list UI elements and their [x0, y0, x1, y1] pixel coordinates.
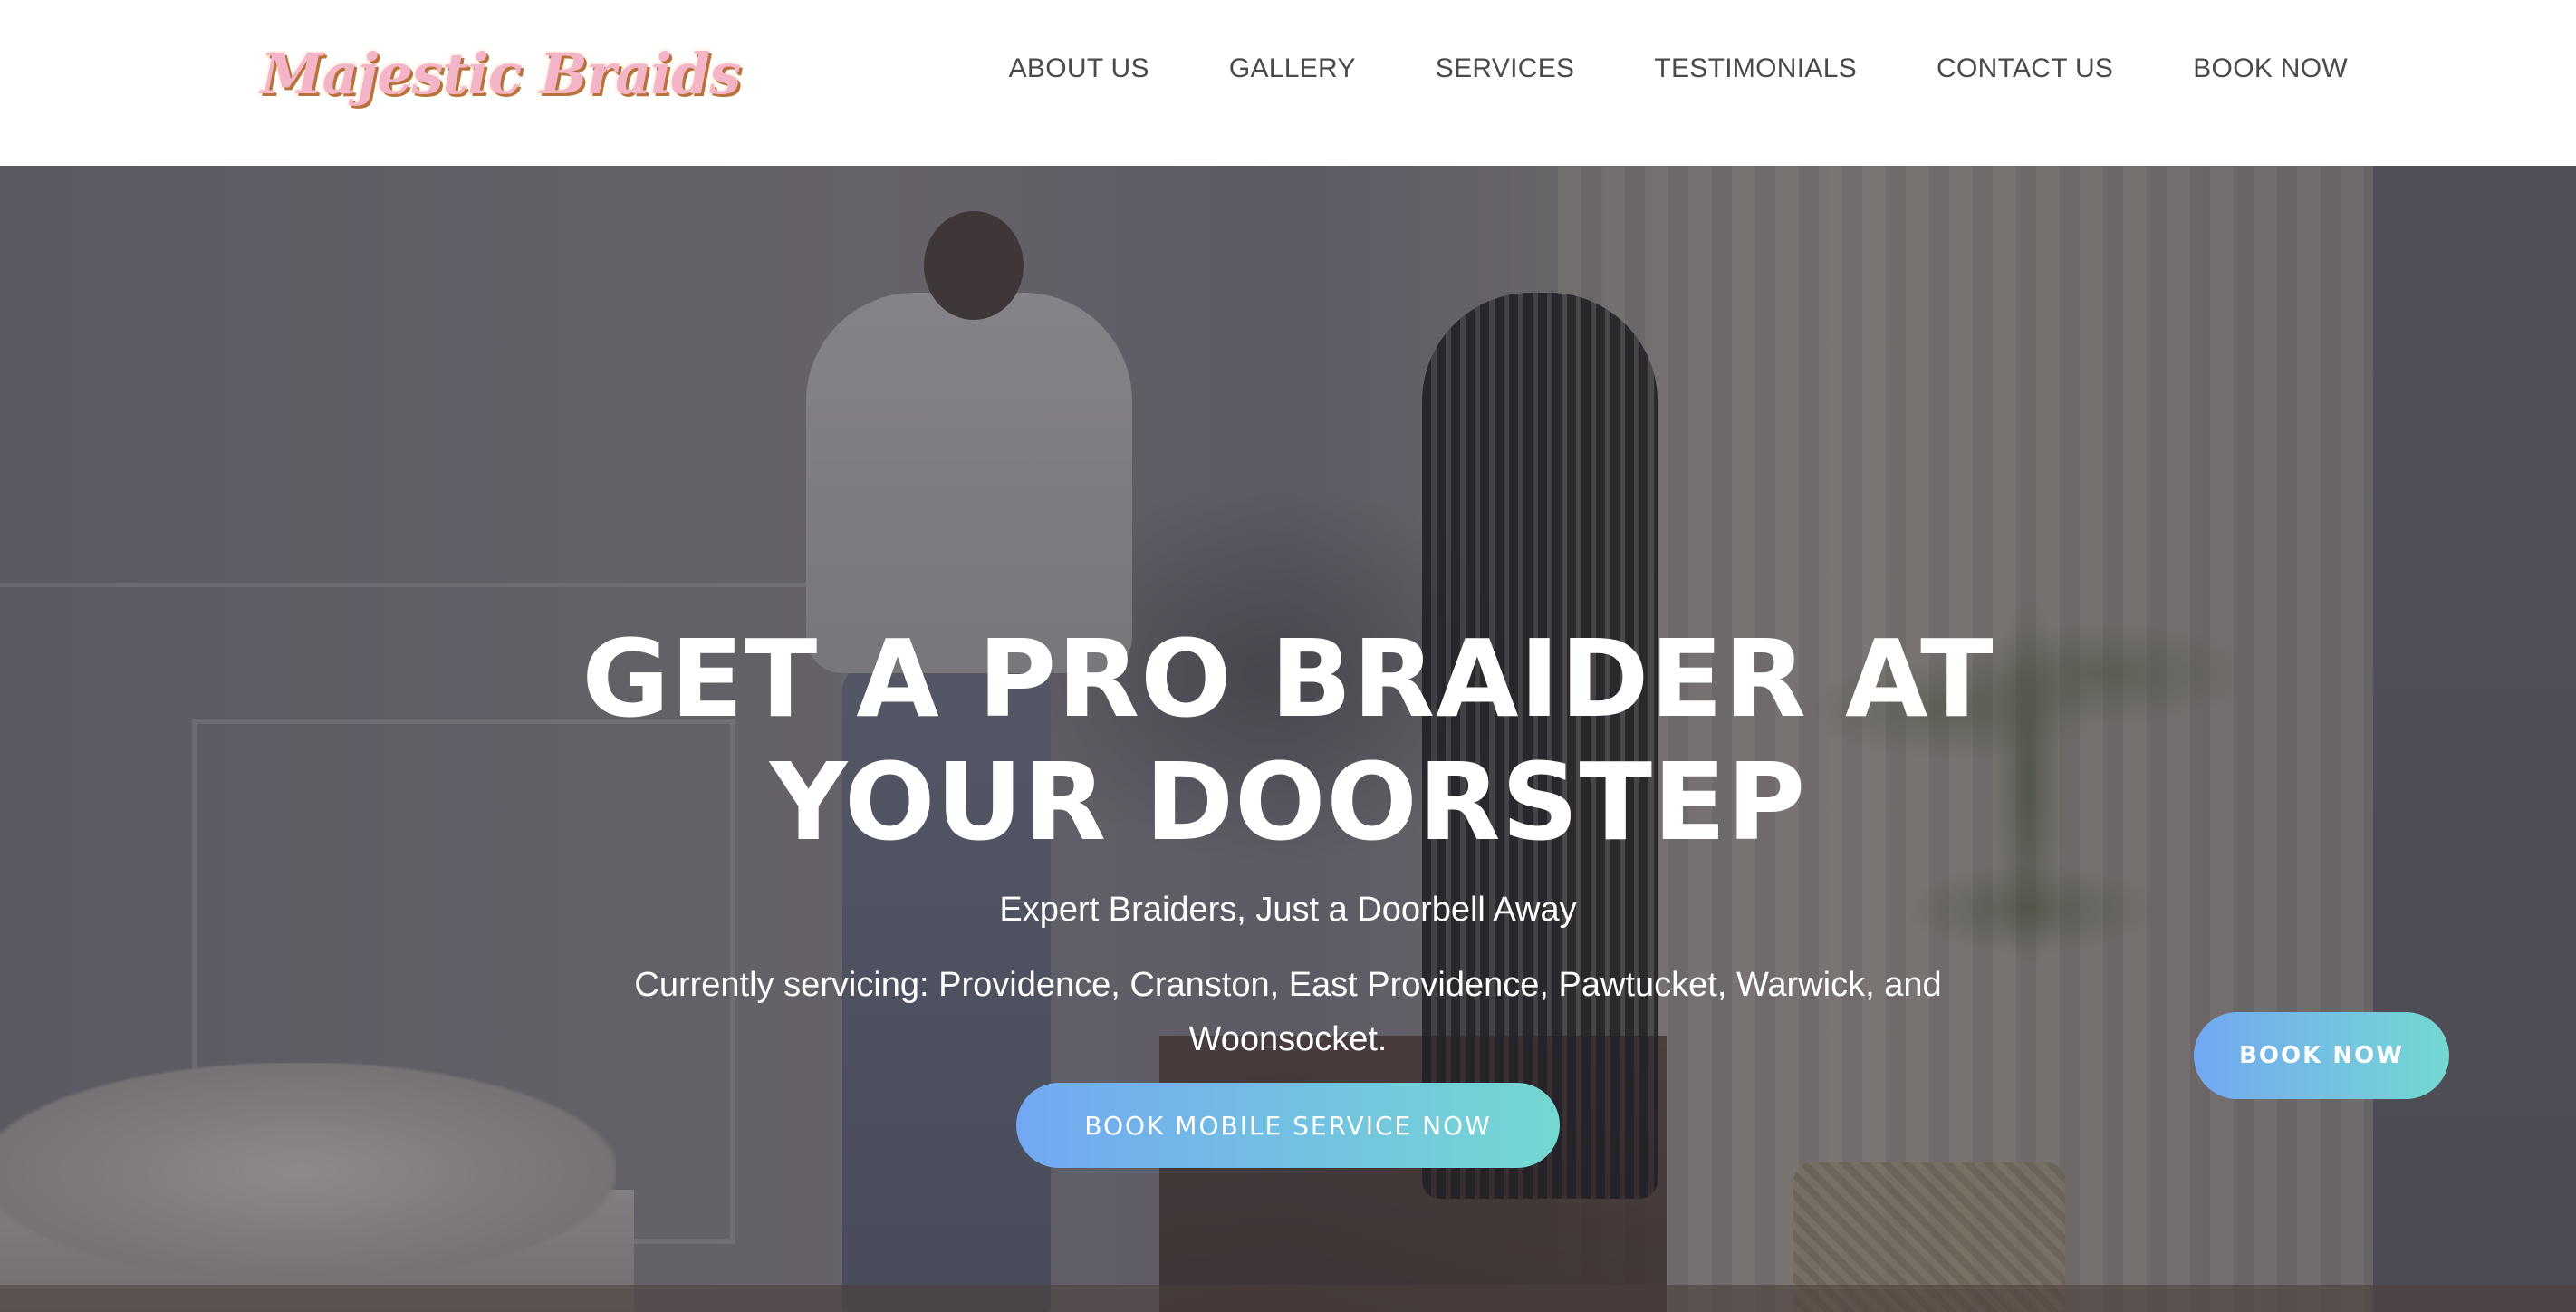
hero-subtitle: Expert Braiders, Just a Doorbell Away — [999, 891, 1577, 929]
book-mobile-service-button[interactable]: BOOK MOBILE SERVICE NOW — [1016, 1083, 1560, 1168]
nav-item-book-now[interactable]: BOOK NOW — [2193, 53, 2348, 84]
hero-title-line-2: YOUR DOORSTEP — [769, 739, 1807, 864]
nav-item-services[interactable]: SERVICES — [1436, 53, 1575, 84]
hero-title: GET A PRO BRAIDER AT YOUR DOORSTEP — [473, 617, 2103, 863]
floating-book-now-button[interactable]: BOOK NOW — [2194, 1012, 2449, 1099]
nav-item-testimonials[interactable]: TESTIMONIALS — [1654, 53, 1857, 84]
brand-logo[interactable]: Majestic Braids — [259, 33, 742, 114]
nav-item-gallery[interactable]: GALLERY — [1229, 53, 1356, 84]
nav-item-about-us[interactable]: ABOUT US — [1009, 53, 1149, 84]
service-area-text: Currently servicing: Providence, Cransto… — [634, 966, 1942, 1058]
logo-text: Majestic Braids — [259, 39, 742, 108]
hero-section: GET A PRO BRAIDER AT YOUR DOORSTEP Exper… — [0, 166, 2576, 1312]
nav-item-contact-us[interactable]: CONTACT US — [1937, 53, 2113, 84]
site-header: Majestic Braids ABOUT US GALLERY SERVICE… — [0, 0, 2576, 166]
main-nav: ABOUT US GALLERY SERVICES TESTIMONIALS C… — [1009, 0, 2348, 138]
hero-content: GET A PRO BRAIDER AT YOUR DOORSTEP Exper… — [0, 166, 2576, 1312]
hero-title-line-1: GET A PRO BRAIDER AT — [582, 616, 1994, 741]
